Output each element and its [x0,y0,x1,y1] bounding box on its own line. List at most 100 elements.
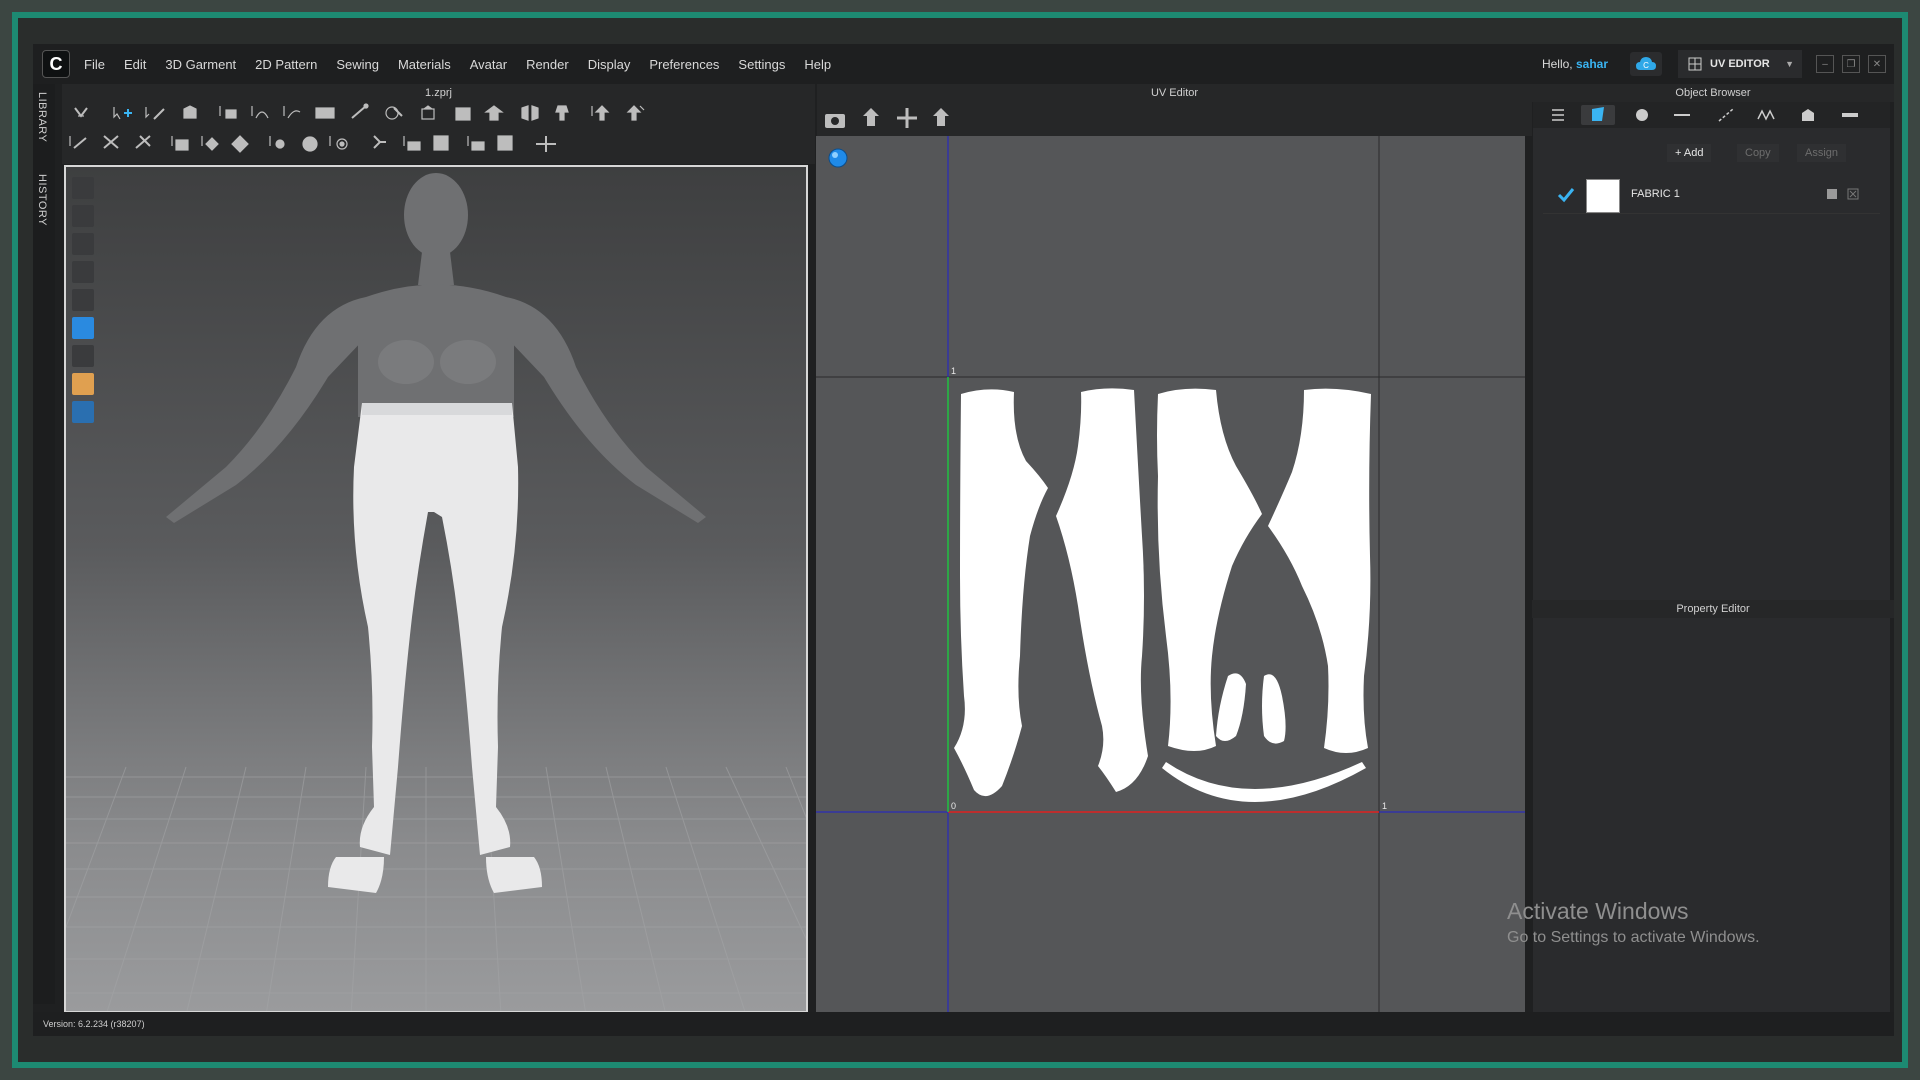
chevron-down-icon: ▼ [1785,59,1794,69]
tab-button[interactable] [1625,105,1659,125]
fabric-icon [1592,107,1604,121]
viewport-side-toolbar [72,177,98,429]
uv-label-v1: 1 [951,366,956,376]
menu-settings[interactable]: Settings [738,57,785,72]
user-greeting: Hello, sahar [1542,57,1608,71]
fabric-name[interactable]: FABRIC 1 [1631,188,1680,200]
tab-library[interactable]: LIBRARY [36,92,48,142]
copy-button[interactable]: Copy [1737,144,1779,162]
list-icon [1552,109,1564,121]
fabric-swatch[interactable] [1586,179,1620,213]
fabric-delete-icon[interactable] [1847,188,1859,200]
avatar-pin-icon[interactable] [72,261,94,283]
object-browser-title: Object Browser [1675,87,1751,99]
status-bar: Version: 6.2.234 (r38207) [33,1012,1894,1036]
uv-editor-header: UV Editor [817,84,1532,102]
uv-layout: 1 0 1 [816,136,1525,1012]
object-browser-header: Object Browser [1532,84,1894,102]
menu-right-area: Hello, sahar C UV EDITOR ▼ – ❐ ✕ [1542,44,1894,84]
property-editor-title: Property Editor [1676,603,1750,615]
uv-preview-sphere-icon [828,148,848,168]
texture-view-icon[interactable] [72,317,94,339]
menu-help[interactable]: Help [804,57,831,72]
garment-toggle-icon[interactable] [72,205,94,227]
avatar-scene [66,173,806,1011]
fabric-texture-icon[interactable] [1826,188,1838,200]
uv-toolbar [817,102,1532,136]
watermark-title: Activate Windows [1507,898,1689,924]
topstitch-icon [1718,108,1734,122]
tab-fabric[interactable] [1581,105,1615,125]
mode-label: UV EDITOR [1710,58,1770,70]
restore-button[interactable]: ❐ [1842,55,1860,73]
add-button[interactable]: + Add [1667,144,1712,162]
tab-history[interactable]: HISTORY [36,174,48,226]
avatar-toggle-icon[interactable] [72,177,94,199]
avatar-skin-icon[interactable] [72,373,94,395]
menu-bar: C File Edit 3D Garment 2D Pattern Sewing… [33,44,1894,84]
menu-file[interactable]: File [84,57,105,72]
menu-display[interactable]: Display [588,57,631,72]
menu-3d-garment[interactable]: 3D Garment [165,57,236,72]
puckering-icon [1757,109,1775,121]
assign-button[interactable]: Assign [1797,144,1847,162]
menu-render[interactable]: Render [526,57,569,72]
object-browser: + Add Copy Assign FABRIC 1 [1533,102,1890,600]
object-browser-actions: + Add Copy Assign [1533,142,1890,164]
tab-trim[interactable] [1791,105,1825,125]
menu-materials[interactable]: Materials [398,57,451,72]
menu-sewing[interactable]: Sewing [336,57,379,72]
toolbar-3d-icons [69,103,645,153]
object-browser-tabs [1533,102,1890,128]
trim-icon [1802,109,1814,121]
menu-2d-pattern[interactable]: 2D Pattern [255,57,317,72]
uv-label-origin: 0 [951,801,956,811]
windows-activation-watermark: Activate Windows Go to Settings to activ… [1507,898,1760,947]
username[interactable]: sahar [1576,57,1608,71]
main-menu: File Edit 3D Garment 2D Pattern Sewing M… [84,57,850,72]
cloud-icon: C [1636,57,1656,70]
uv-mode-icon [1688,57,1702,71]
toolbar-3d [62,102,815,164]
checkmark-icon[interactable] [1557,186,1575,204]
uv-islands [954,388,1371,802]
fabric-list-item[interactable]: FABRIC 1 [1543,176,1880,214]
minimize-button[interactable]: – [1816,55,1834,73]
tab-puckering[interactable] [1749,105,1783,125]
app-logo-icon[interactable]: C [42,50,70,78]
uv-canvas[interactable]: 1 0 1 [816,136,1525,1012]
viewport-3d[interactable] [64,165,808,1013]
environment-sphere-icon[interactable] [72,401,94,423]
svg-text:C: C [1643,61,1649,70]
mode-selector[interactable]: UV EDITOR ▼ [1678,50,1802,78]
buttonhole-icon [1674,114,1690,116]
uv-editor-title: UV Editor [1150,87,1199,99]
floor-grid [66,766,806,1011]
menu-avatar[interactable]: Avatar [470,57,507,72]
shirt-view-icon[interactable] [72,233,94,255]
surface-icon[interactable] [72,345,94,367]
side-tab-strip: LIBRARY HISTORY [33,84,55,1004]
property-editor-header: Property Editor [1532,600,1894,618]
avatar-figure-icon[interactable] [72,289,94,311]
menu-preferences[interactable]: Preferences [649,57,719,72]
viewport3d-title: 1.zprj [425,87,452,99]
zipper-icon [1842,113,1858,117]
viewport3d-header: 1.zprj [62,84,815,102]
button-icon [1636,109,1648,121]
menu-edit[interactable]: Edit [124,57,146,72]
uv-toolbar-icons [825,108,949,128]
uv-label-u1: 1 [1382,801,1387,811]
watermark-subtitle: Go to Settings to activate Windows. [1507,929,1760,946]
tab-list[interactable] [1541,105,1575,125]
tab-buttonhole[interactable] [1665,105,1699,125]
greeting-prefix: Hello, [1541,57,1573,71]
version-text: Version: 6.2.234 (r38207) [43,1019,145,1029]
close-button[interactable]: ✕ [1868,55,1886,73]
cloud-button[interactable]: C [1630,52,1662,76]
tab-zipper[interactable] [1833,105,1867,125]
clo-app-window: C File Edit 3D Garment 2D Pattern Sewing… [33,44,1894,1036]
arrow-select-icon [74,107,88,118]
tab-topstitch[interactable] [1709,105,1743,125]
property-editor [1533,618,1890,1013]
